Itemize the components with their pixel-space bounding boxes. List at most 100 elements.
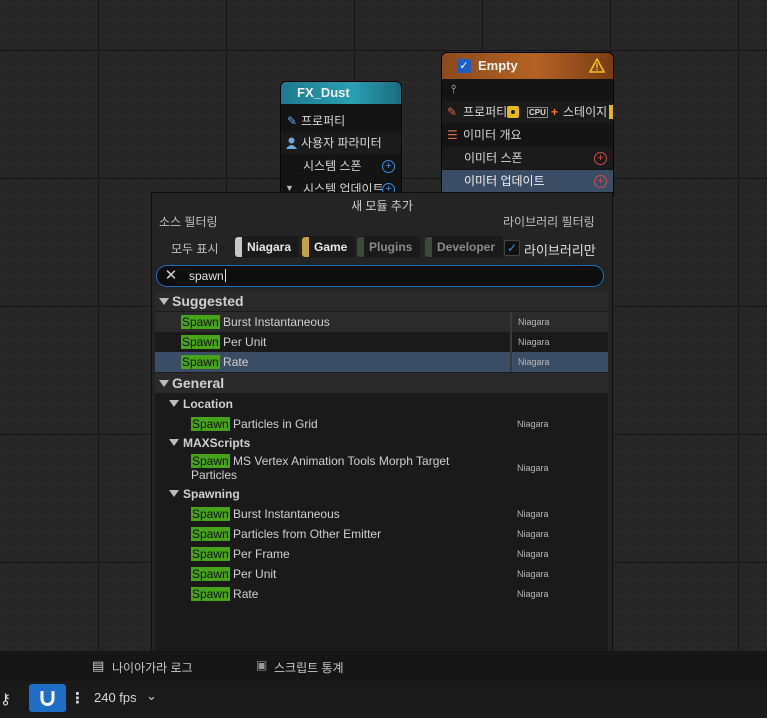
category-title: General	[172, 375, 225, 391]
item-source: Niagara	[517, 463, 549, 473]
list-icon: ☰	[447, 128, 458, 142]
filter-chip-plugins[interactable]: Plugins	[357, 236, 421, 258]
empty-row-emitter-summary[interactable]: ☰ 이미터 개요	[442, 124, 613, 146]
match-highlight: Spawn	[191, 507, 230, 521]
category-title: Suggested	[172, 293, 244, 309]
tab-label: 나이아가라 로그	[112, 661, 193, 675]
library-filter-label: 라이브러리 필터링	[503, 215, 595, 229]
user-icon	[286, 137, 297, 149]
match-highlight: Spawn	[191, 587, 230, 601]
chip-label: Niagara	[247, 240, 292, 254]
empty-emitter-node[interactable]: ✓ Empty ⫯ ✎ 프로퍼티 CPU + 스테이지 ☰ 이미터 개요 이미터…	[441, 52, 614, 199]
more-options-icon[interactable]: ⋮	[70, 689, 85, 707]
clear-search-icon[interactable]: ✕	[163, 267, 179, 284]
add-module-dialog: 새 모듈 추가 소스 필터링 라이브러리 필터링 모두 표시 Niagara G…	[151, 192, 613, 668]
add-module-icon[interactable]: +	[382, 160, 395, 173]
stats-icon: ▣	[256, 658, 268, 672]
row-label: 프로퍼티	[463, 105, 508, 119]
list-item-selected[interactable]: Spawn Rate Niagara	[155, 352, 608, 372]
cpu-badge: CPU	[527, 107, 548, 118]
item-name: Rate	[219, 355, 249, 369]
log-icon: ▤	[92, 658, 105, 673]
empty-row-properties[interactable]: ✎ 프로퍼티 CPU + 스테이지	[442, 101, 613, 123]
expand-triangle-icon[interactable]	[159, 291, 173, 311]
expand-triangle-icon[interactable]	[169, 400, 179, 407]
match-highlight: Spawn	[191, 567, 230, 581]
fx-dust-node-title[interactable]: FX_Dust	[281, 82, 401, 104]
filter-chip-developer[interactable]: Developer	[425, 236, 504, 258]
list-item[interactable]: Spawn Particles in Grid Niagara	[155, 414, 608, 434]
stage-marker	[609, 105, 613, 119]
item-name: Particles from Other Emitter	[229, 527, 382, 541]
bottom-toolbar: ⚷ ⋮ 240 fps ⌄	[0, 681, 767, 718]
fx-dust-row-user-params[interactable]: 사용자 파라미터	[281, 132, 401, 154]
item-name: MS Vertex Animation Tools Morph Target	[229, 454, 450, 468]
empty-node-title: Empty	[478, 58, 518, 73]
emitter-pin-row: ⫯	[442, 80, 613, 100]
list-item[interactable]: Spawn Rate Niagara	[155, 584, 608, 604]
list-item[interactable]: Spawn MS Vertex Animation Tools Morph Ta…	[155, 453, 608, 483]
show-all-button[interactable]: 모두 표시	[171, 240, 219, 257]
subcategory-maxscripts[interactable]: MAXScripts	[169, 434, 250, 452]
key-icon[interactable]: ⚷	[0, 690, 11, 708]
row-label: 이미터 스폰	[464, 151, 523, 165]
item-name-continued: Particles	[191, 468, 238, 482]
pin-icon: ⫯	[451, 82, 457, 96]
category-suggested[interactable]: Suggested	[155, 291, 608, 311]
list-item[interactable]: Spawn Burst Instantaneous Niagara	[155, 504, 608, 524]
chip-label: Developer	[437, 240, 496, 254]
match-highlight: Spawn	[181, 355, 220, 369]
chip-label: Plugins	[369, 240, 413, 254]
subcategory-spawning[interactable]: Spawning	[169, 485, 240, 503]
filter-chip-game[interactable]: Game	[302, 236, 356, 258]
subcategory-title: Spawning	[183, 487, 240, 501]
module-search-input[interactable]: ✕ spawn	[156, 265, 604, 287]
list-item[interactable]: Spawn Per Frame Niagara	[155, 544, 608, 564]
add-module-icon[interactable]: +	[594, 175, 607, 188]
fx-dust-row-properties[interactable]: ✎ 프로퍼티	[281, 110, 401, 132]
chip-color-bar	[302, 237, 309, 257]
subcategory-location[interactable]: Location	[169, 395, 233, 413]
expand-triangle-icon[interactable]	[159, 373, 173, 393]
warning-icon[interactable]	[589, 58, 605, 73]
item-name: Per Unit	[229, 567, 277, 581]
library-only-checkbox[interactable]: ✓	[504, 240, 520, 256]
item-source: Niagara	[517, 589, 549, 599]
chip-color-bar	[425, 237, 432, 257]
filter-chip-niagara[interactable]: Niagara	[235, 236, 300, 258]
expand-triangle-icon[interactable]	[169, 490, 179, 497]
list-item[interactable]: Spawn Per Unit Niagara	[155, 564, 608, 584]
emitter-enabled-checkbox[interactable]: ✓	[457, 59, 471, 73]
row-label: 시스템 스폰	[303, 159, 362, 173]
pencil-icon: ✎	[447, 105, 458, 119]
row-label: 이미터 업데이트	[464, 174, 545, 188]
item-source: Niagara	[517, 419, 549, 429]
fx-dust-row-system-spawn[interactable]: 시스템 스폰 +	[281, 155, 401, 177]
list-item[interactable]: Spawn Burst Instantaneous Niagara	[155, 312, 608, 332]
item-source: Niagara	[517, 569, 549, 579]
empty-row-emitter-spawn[interactable]: 이미터 스폰 +	[442, 147, 613, 169]
module-results-list[interactable]: Suggested Spawn Burst Instantaneous Niag…	[155, 291, 608, 661]
category-general[interactable]: General	[155, 373, 608, 393]
chip-color-bar	[357, 237, 364, 257]
item-source: Niagara	[517, 509, 549, 519]
search-text[interactable]: spawn	[189, 268, 226, 284]
expand-triangle-icon[interactable]	[169, 439, 179, 446]
fx-dust-system-node[interactable]: FX_Dust ✎ 프로퍼티 사용자 파라미터 시스템 스폰 + ▼ 시스템 업…	[280, 81, 402, 203]
match-highlight: Spawn	[191, 454, 230, 468]
pencil-icon: ✎	[287, 114, 298, 128]
item-name: Per Unit	[219, 335, 267, 349]
row-label: 사용자 파라미터	[301, 136, 382, 150]
empty-row-emitter-update[interactable]: 이미터 업데이트 +	[442, 170, 613, 192]
list-item[interactable]: Spawn Particles from Other Emitter Niaga…	[155, 524, 608, 544]
fps-readout[interactable]: 240 fps	[94, 690, 137, 705]
chevron-down-icon[interactable]: ⌄	[146, 688, 157, 704]
list-item[interactable]: Spawn Per Unit Niagara	[155, 332, 608, 352]
snap-toggle-button[interactable]	[29, 684, 66, 712]
empty-node-header[interactable]: ✓ Empty	[442, 53, 613, 79]
chip-label: Game	[314, 240, 348, 254]
match-highlight: Spawn	[191, 527, 230, 541]
match-highlight: Spawn	[181, 335, 220, 349]
item-name: Rate	[229, 587, 259, 601]
add-module-icon[interactable]: +	[594, 152, 607, 165]
